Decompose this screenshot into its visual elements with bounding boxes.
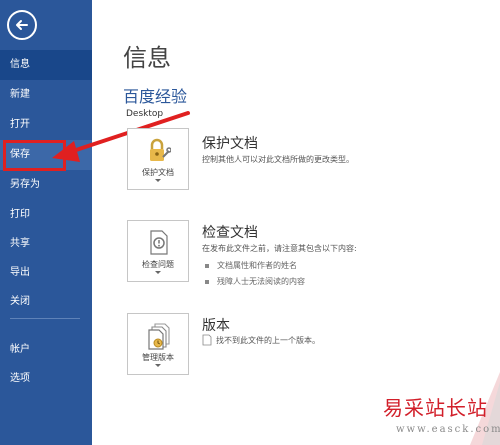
document-name: 百度经验 <box>123 87 188 106</box>
check-issues-label: 检查问题 <box>142 260 174 269</box>
inspect-bullet-item: 残障人士无法阅读的内容 <box>205 276 305 287</box>
document-icon <box>202 334 212 346</box>
chevron-down-icon <box>155 364 161 367</box>
watermark-logo-text: 易采站长站 <box>383 396 488 420</box>
document-versions-icon <box>148 323 170 350</box>
lock-key-icon <box>150 138 171 161</box>
nav-divider <box>10 318 80 319</box>
nav-item-account[interactable]: 帐户 <box>0 335 92 365</box>
check-issues-button[interactable]: 检查问题 <box>127 220 189 282</box>
protect-document-label: 保护文档 <box>142 168 174 177</box>
document-location[interactable]: Desktop <box>126 109 163 119</box>
protect-document-title: 保护文档 <box>202 136 258 152</box>
versions-description: 找不到此文件的上一个版本。 <box>216 336 320 345</box>
inspect-document-title: 检查文档 <box>202 225 258 241</box>
inspect-bullet-text: 残障人士无法阅读的内容 <box>217 277 305 286</box>
nav-item-close[interactable]: 关闭 <box>0 287 92 317</box>
chevron-down-icon <box>155 271 161 274</box>
versions-title: 版本 <box>202 318 230 334</box>
nav-item-options[interactable]: 选项 <box>0 364 92 394</box>
inspect-document-description: 在发布此文件之前，请注意其包含以下内容: <box>202 244 357 253</box>
nav-item-print[interactable]: 打印 <box>0 200 92 230</box>
page-title: 信息 <box>123 44 171 72</box>
document-check-icon <box>150 230 168 255</box>
chevron-down-icon <box>155 179 161 182</box>
protect-document-button[interactable]: 保护文档 <box>127 128 189 190</box>
protect-document-description: 控制其他人可以对此文档所做的更改类型。 <box>202 155 354 164</box>
watermark-url-text: www.easck.com <box>396 424 500 435</box>
nav-item-export[interactable]: 导出 <box>0 258 92 288</box>
manage-versions-label: 管理版本 <box>142 353 174 362</box>
inspect-bullet-item: 文档属性和作者的姓名 <box>205 260 297 271</box>
nav-item-share[interactable]: 共享 <box>0 229 92 259</box>
inspect-bullet-text: 文档属性和作者的姓名 <box>217 261 297 270</box>
manage-versions-button[interactable]: 管理版本 <box>127 313 189 375</box>
